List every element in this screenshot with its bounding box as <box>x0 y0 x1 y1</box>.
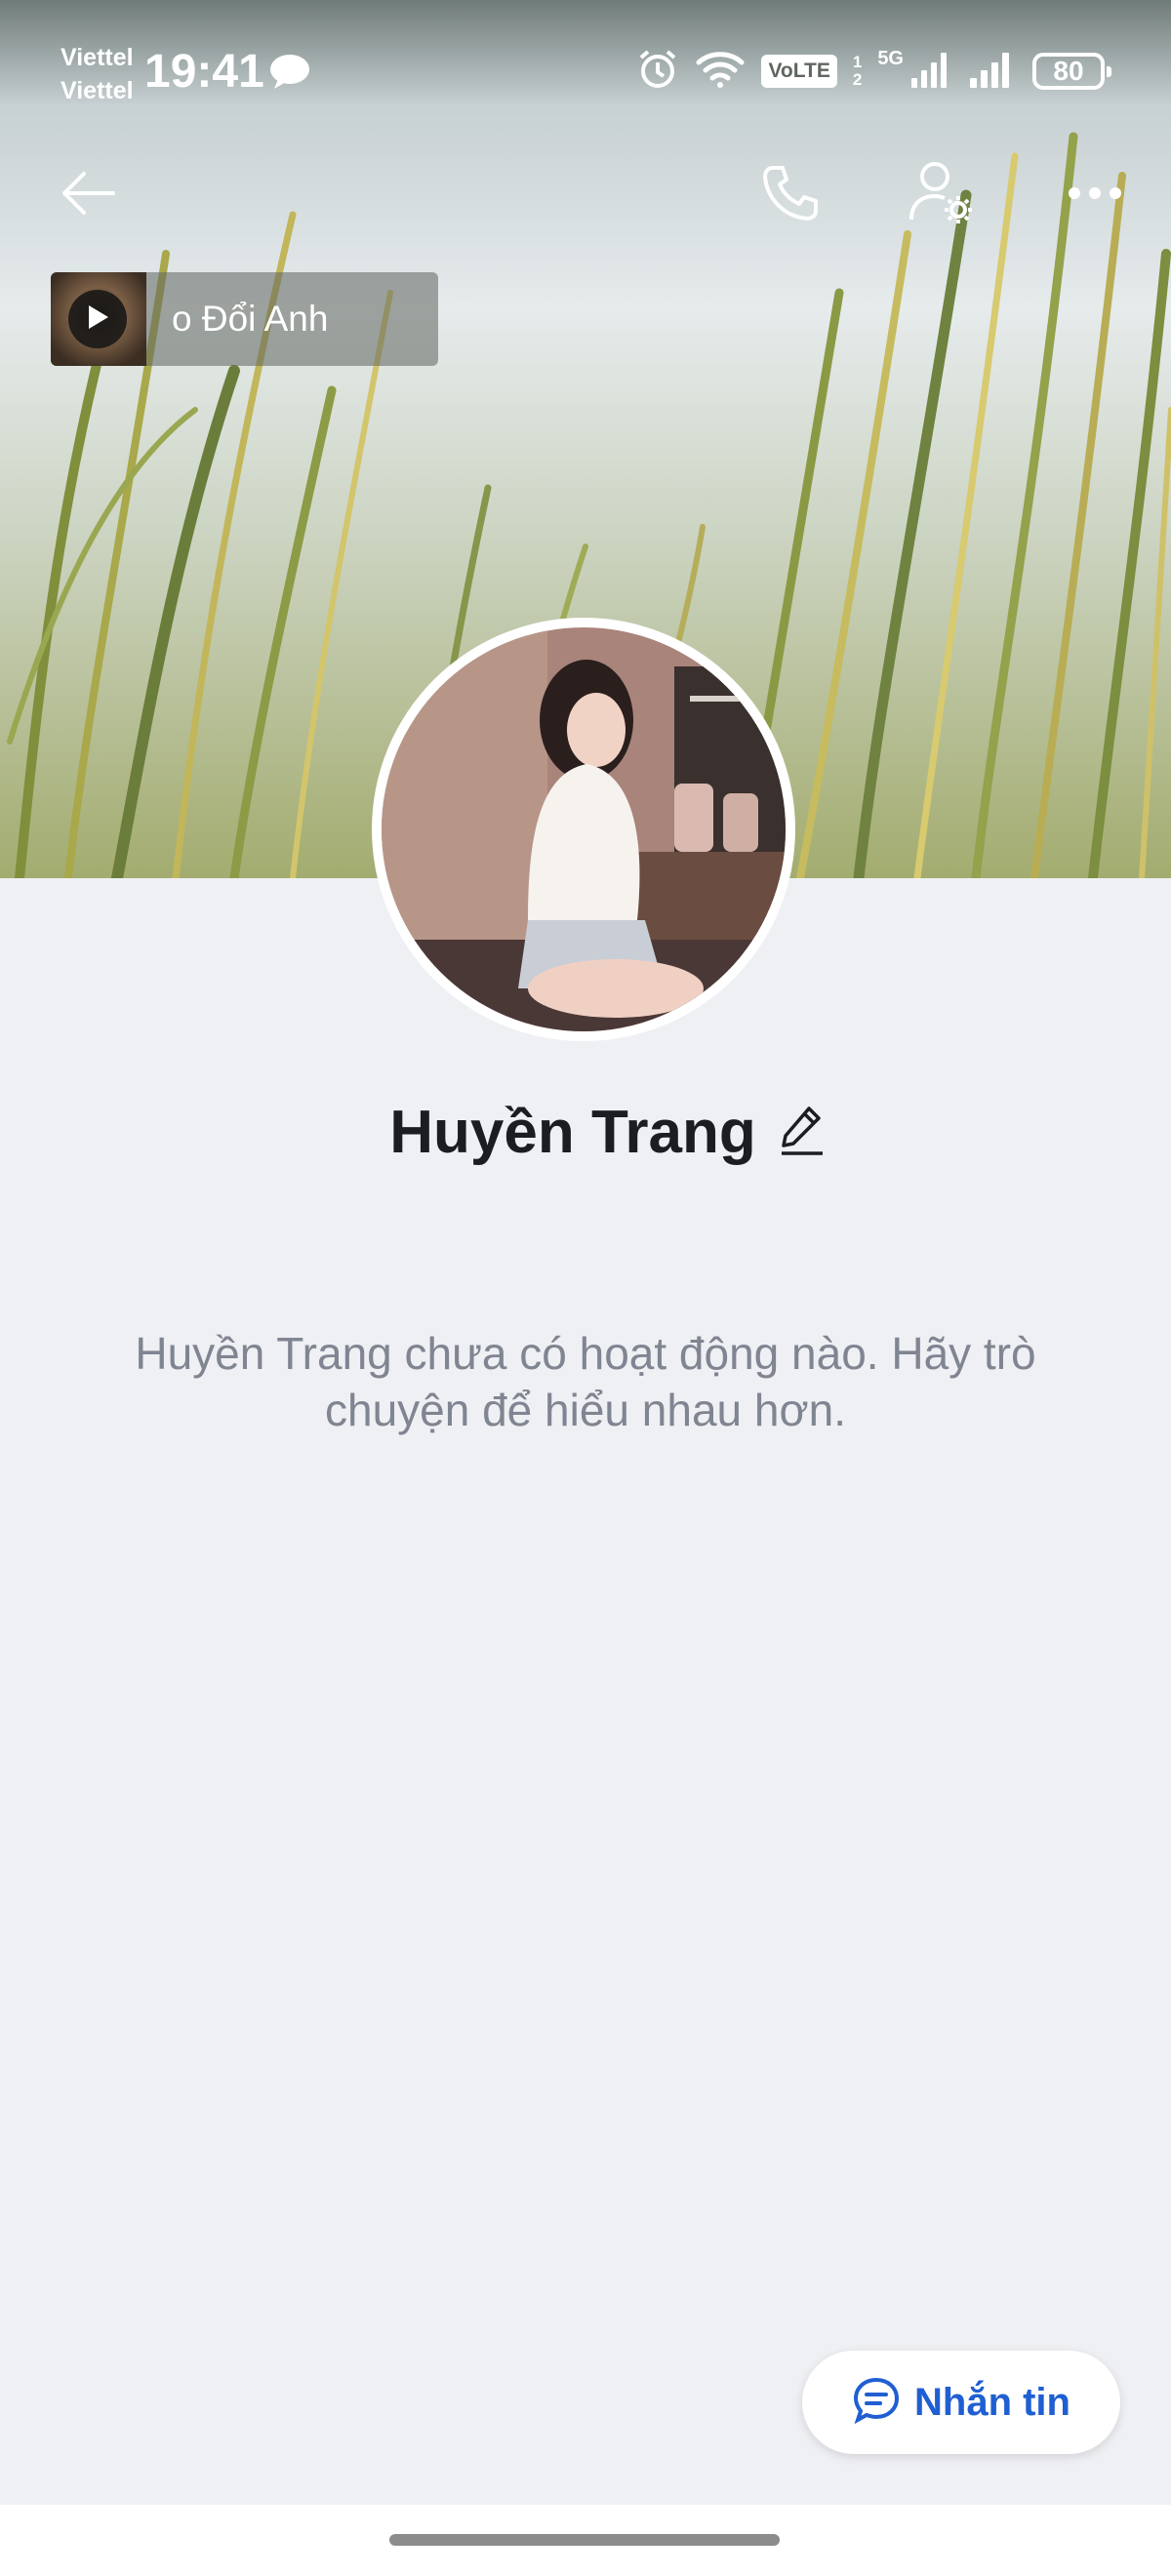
home-indicator[interactable] <box>389 2534 780 2546</box>
volte-badge: VoLTE <box>761 55 837 88</box>
album-art <box>51 272 146 366</box>
status-time: 19:41 <box>144 46 264 98</box>
back-arrow-icon <box>59 169 117 222</box>
back-button[interactable] <box>49 156 127 234</box>
network-type: 5G <box>877 48 904 69</box>
profile-settings-button[interactable] <box>903 156 981 234</box>
send-message-button[interactable]: Nhắn tin <box>802 2351 1120 2454</box>
send-message-label: Nhắn tin <box>914 2380 1070 2424</box>
more-options-button[interactable] <box>1056 156 1134 234</box>
sim-slot-indicator: 1 2 <box>852 53 863 89</box>
more-icon <box>1068 186 1122 205</box>
play-button[interactable] <box>68 290 127 348</box>
profile-name-row: Huyền Trang <box>0 1093 1171 1171</box>
alarm-icon <box>636 48 679 96</box>
signal-icon <box>968 49 1017 95</box>
call-button[interactable] <box>751 156 829 234</box>
carrier-label: Viettel Viettel <box>61 44 134 104</box>
empty-activity-message: Huyền Trang chưa có hoạt động nào. Hãy t… <box>135 1328 1036 1435</box>
wifi-icon <box>695 49 746 95</box>
status-bar: Viettel Viettel 19:41 VoLTE 1 2 5G 80 <box>0 0 1171 146</box>
user-settings-icon <box>908 159 976 232</box>
profile-music-player[interactable]: o Đổi Anh <box>51 272 438 366</box>
chat-bubble-icon <box>268 53 311 95</box>
play-icon <box>85 303 110 336</box>
avatar-photo <box>382 627 786 1031</box>
avatar[interactable] <box>372 618 795 1041</box>
music-title: o Đổi Anh <box>172 299 329 339</box>
signal-icon <box>909 49 952 95</box>
battery-icon: 80 <box>1032 53 1111 90</box>
phone-icon <box>759 162 822 229</box>
chat-icon <box>852 2376 901 2430</box>
profile-name: Huyền Trang <box>389 1098 756 1166</box>
pencil-icon <box>780 1106 825 1159</box>
edit-name-button[interactable] <box>780 1105 825 1160</box>
